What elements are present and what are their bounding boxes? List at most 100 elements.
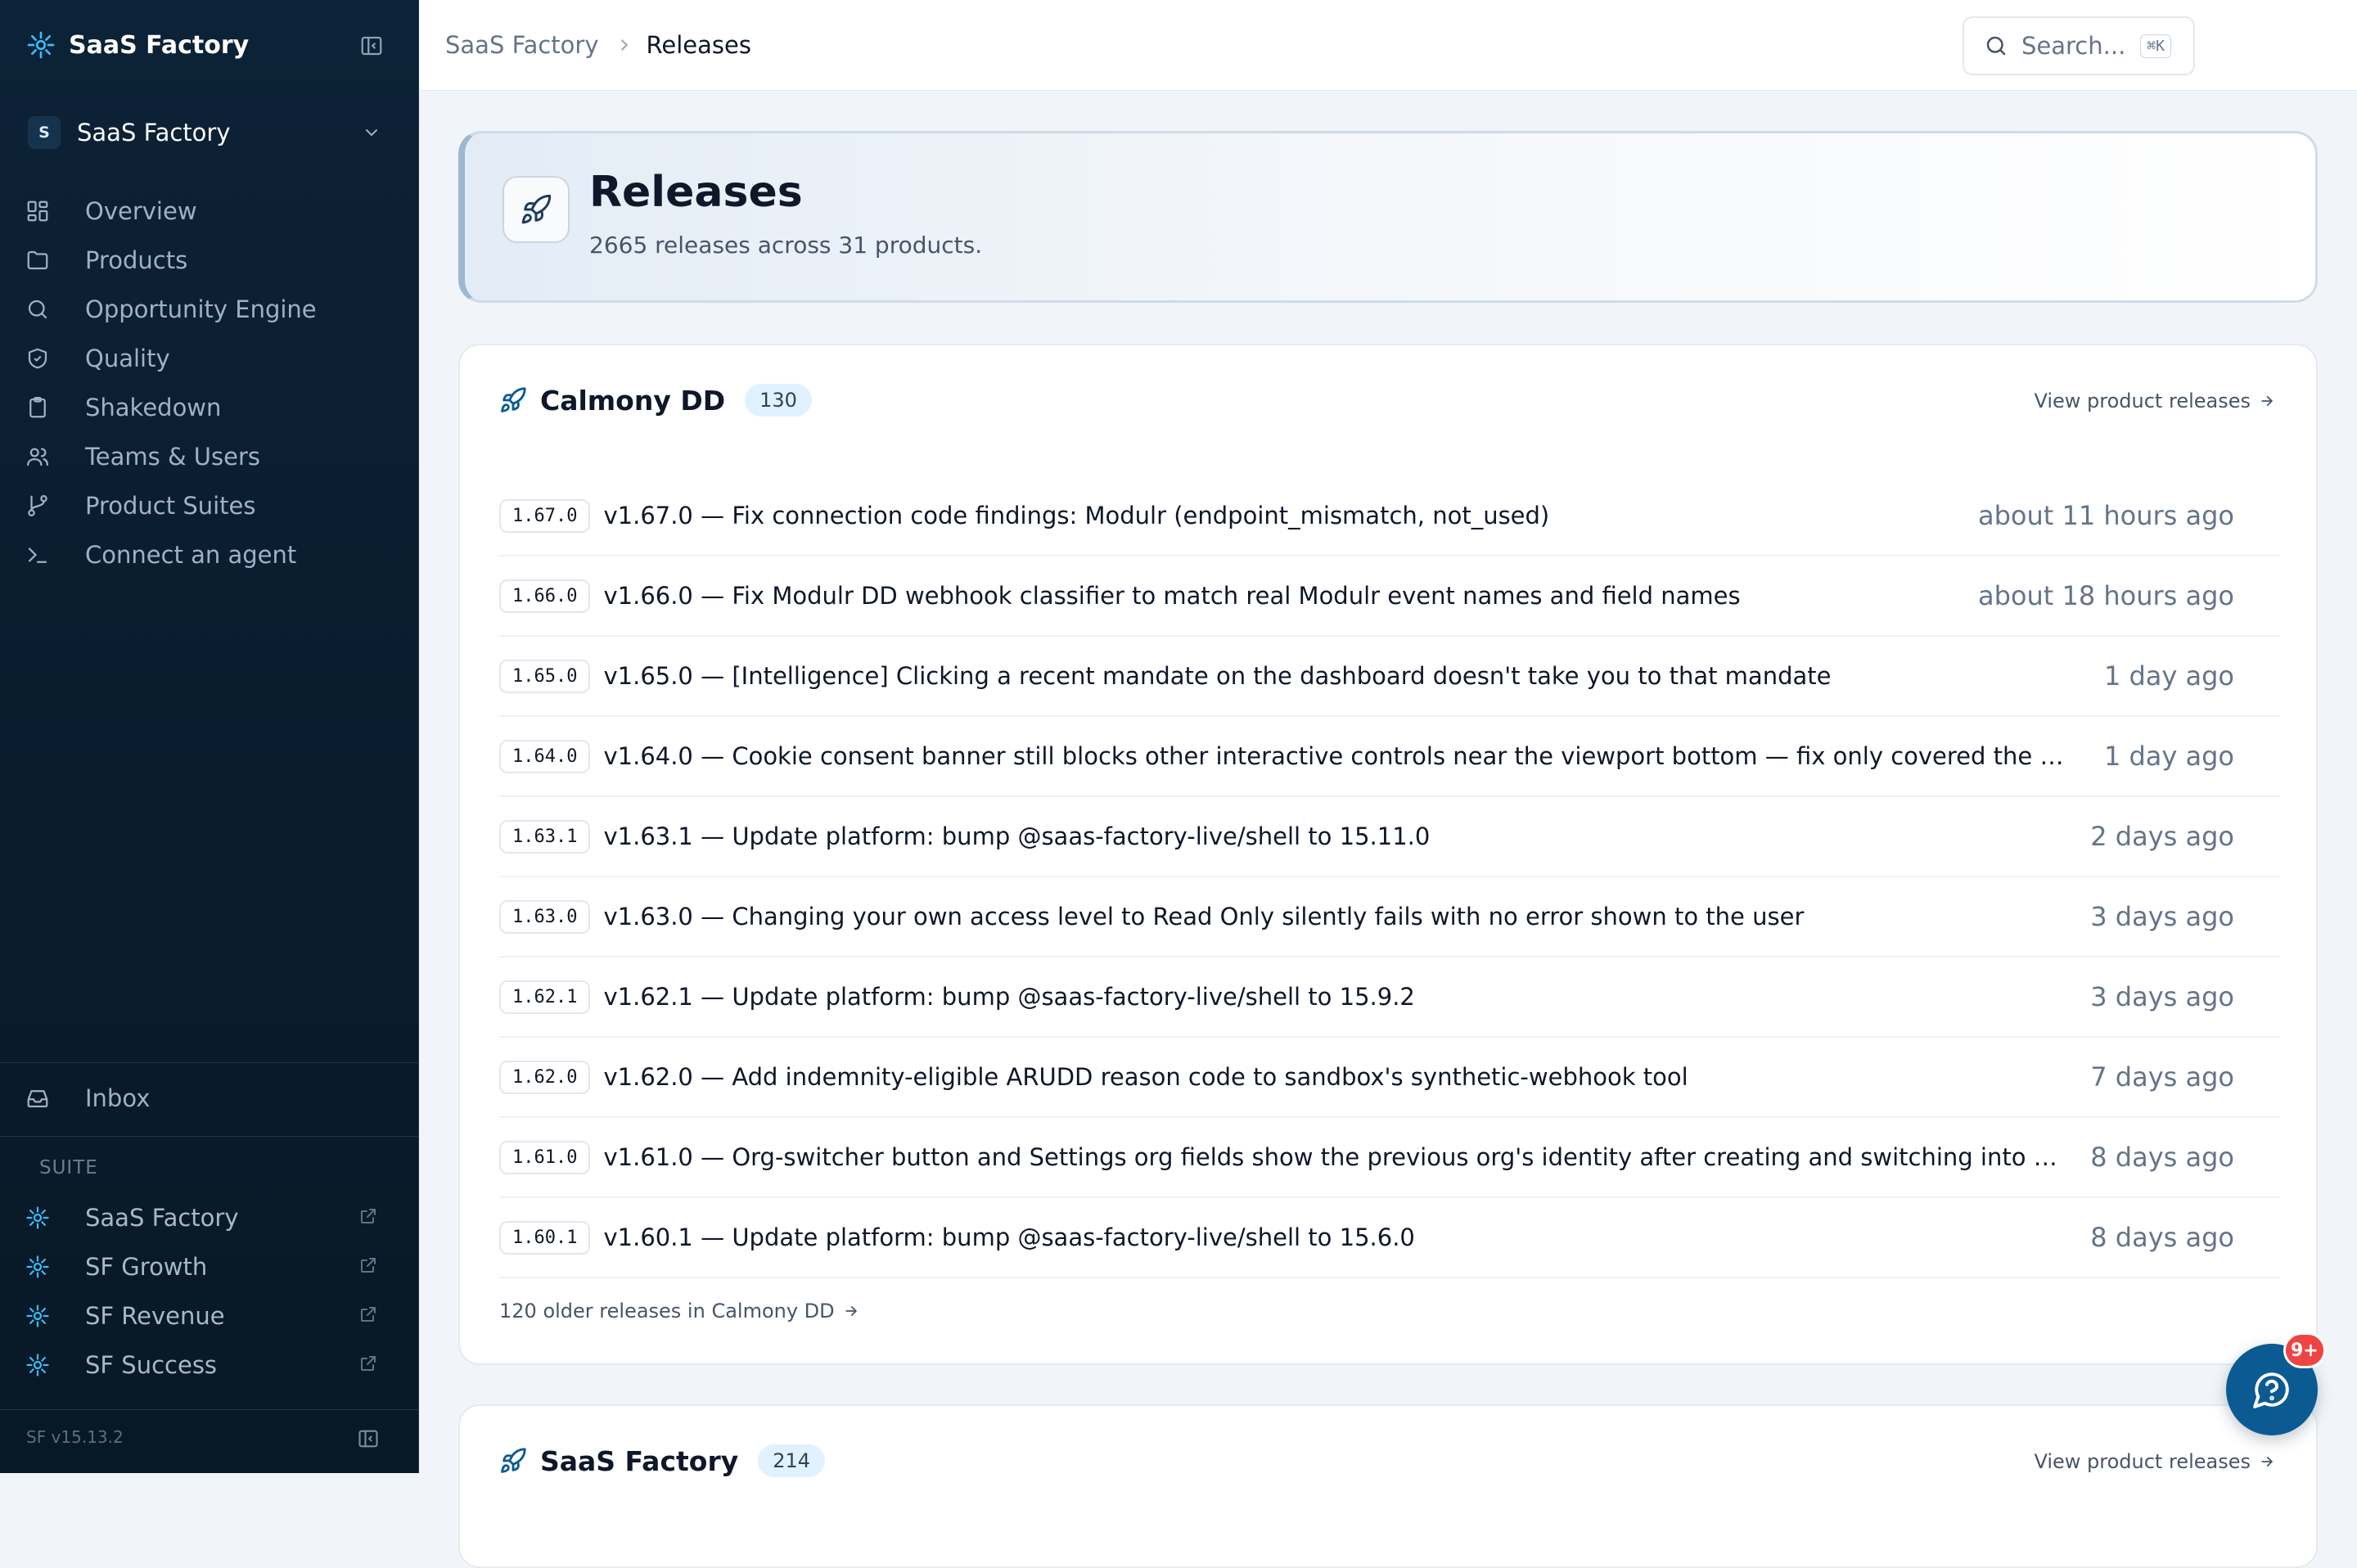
sidebar-item-opportunity-engine[interactable]: Opportunity Engine <box>23 286 396 332</box>
release-row[interactable]: 1.62.0 v1.62.0 — Add indemnity-eligible … <box>499 1038 2280 1118</box>
top-bar: SaaS Factory Releases Search... ⌘K <box>419 0 2357 91</box>
external-link-icon <box>358 1304 378 1324</box>
release-time: 7 days ago <box>2090 1061 2234 1093</box>
release-title: v1.61.0 — Org-switcher button and Settin… <box>603 1143 2069 1171</box>
folder-icon <box>23 246 52 275</box>
sparkle-logo-icon <box>26 30 56 60</box>
sidebar-item-overview[interactable]: Overview <box>23 188 396 234</box>
suite-item-sf-success[interactable]: SF Success <box>23 1342 396 1388</box>
breadcrumb-root[interactable]: SaaS Factory <box>445 31 599 59</box>
sidebar-item-label: Quality <box>85 345 170 372</box>
release-time: 3 days ago <box>2090 901 2234 932</box>
org-switcher[interactable]: S SaaS Factory <box>16 108 393 157</box>
grid-icon <box>23 196 52 226</box>
suite-item-label: SF Success <box>85 1351 218 1379</box>
version-badge: 1.62.1 <box>499 980 591 1014</box>
release-time: 8 days ago <box>2090 1142 2234 1173</box>
product-name: Calmony DD <box>540 384 726 417</box>
release-title: v1.63.0 — Changing your own access level… <box>603 903 1805 930</box>
external-link-icon <box>358 1255 378 1275</box>
chevron-right-icon <box>615 36 633 54</box>
sidebar-item-shakedown[interactable]: Shakedown <box>23 385 396 430</box>
release-time: 1 day ago <box>2103 741 2234 772</box>
release-time: 1 day ago <box>2103 660 2234 692</box>
release-row[interactable]: 1.60.1 v1.60.1 — Update platform: bump @… <box>499 1198 2280 1278</box>
sidebar-item-label: Teams & Users <box>85 443 261 471</box>
sparkle-icon <box>23 1252 52 1282</box>
sidebar-item-inbox[interactable]: Inbox <box>23 1075 396 1121</box>
shield-check-icon <box>23 344 52 373</box>
version-badge: 1.64.0 <box>499 739 591 773</box>
release-row[interactable]: 1.63.0 v1.63.0 — Changing your own acces… <box>499 877 2280 957</box>
inbox-icon <box>23 1084 52 1113</box>
suite-item-label: SaaS Factory <box>85 1204 239 1232</box>
search-placeholder: Search... <box>2021 32 2126 60</box>
suite-item-sf-growth[interactable]: SF Growth <box>23 1244 396 1290</box>
product-card-header: SaaS Factory 214 <box>499 1439 826 1483</box>
page-title: Releases <box>589 168 803 217</box>
page-subtitle: 2665 releases across 31 products. <box>589 232 983 259</box>
view-product-releases-link[interactable]: View product releases <box>2034 390 2275 412</box>
release-row[interactable]: 1.63.1 v1.63.1 — Update platform: bump @… <box>499 797 2280 877</box>
help-chat-icon <box>2251 1369 2292 1410</box>
release-count-badge: 130 <box>745 384 812 417</box>
users-icon <box>23 442 52 471</box>
version-badge: 1.61.0 <box>499 1140 591 1174</box>
release-time: about 11 hours ago <box>1977 500 2234 531</box>
release-title: v1.62.0 — Add indemnity-eligible ARUDD r… <box>603 1063 1688 1091</box>
sidebar-item-label: Overview <box>85 197 197 225</box>
older-releases-link[interactable]: 120 older releases in Calmony DD <box>499 1300 859 1322</box>
release-title: v1.67.0 — Fix connection code findings: … <box>603 502 1550 529</box>
suite-item-sf-revenue[interactable]: SF Revenue <box>23 1293 396 1339</box>
search-icon <box>23 295 52 324</box>
release-title: v1.62.1 — Update platform: bump @saas-fa… <box>603 983 1415 1011</box>
view-link-label: View product releases <box>2034 1450 2251 1473</box>
suite-item-label: SF Revenue <box>85 1302 225 1330</box>
release-row[interactable]: 1.65.0 v1.65.0 — [Intelligence] Clicking… <box>499 637 2280 717</box>
release-row[interactable]: 1.66.0 v1.66.0 — Fix Modulr DD webhook c… <box>499 556 2280 637</box>
external-link-icon <box>358 1354 378 1373</box>
version-badge: 1.66.0 <box>499 579 591 613</box>
version-badge: 1.67.0 <box>499 498 591 533</box>
release-row[interactable]: 1.64.0 v1.64.0 — Cookie consent banner s… <box>499 717 2280 797</box>
version-badge: 1.65.0 <box>499 659 591 693</box>
version-badge: 1.63.0 <box>499 899 591 934</box>
panel-left-icon <box>361 36 382 56</box>
release-row[interactable]: 1.67.0 v1.67.0 — Fix connection code fin… <box>499 476 2280 556</box>
sidebar-divider <box>0 1136 419 1137</box>
sidebar-item-connect-agent[interactable]: Connect an agent <box>23 532 396 578</box>
product-card-header: Calmony DD 130 <box>499 378 812 422</box>
sidebar-item-label: Products <box>85 246 188 274</box>
external-link-icon <box>358 1206 378 1226</box>
release-title: v1.65.0 — [Intelligence] Clicking a rece… <box>603 662 1832 690</box>
breadcrumb-current: Releases <box>646 30 751 59</box>
sidebar-collapse-button[interactable] <box>355 31 388 61</box>
org-avatar: S <box>28 116 61 149</box>
sidebar-item-products[interactable]: Products <box>23 237 396 283</box>
release-row[interactable]: 1.61.0 v1.61.0 — Org-switcher button and… <box>499 1118 2280 1198</box>
product-release-card: SaaS Factory 214 View product releases <box>458 1404 2318 1568</box>
release-row[interactable]: 1.62.1 v1.62.1 — Update platform: bump @… <box>499 957 2280 1038</box>
search-icon <box>1984 34 2008 58</box>
version-badge: 1.62.0 <box>499 1060 591 1094</box>
search-shortcut: ⌘K <box>2140 34 2171 58</box>
brand-name: SaaS Factory <box>69 30 250 60</box>
sidebar-item-label: Inbox <box>85 1084 151 1112</box>
org-name: SaaS Factory <box>77 119 231 146</box>
suite-item-saas-factory[interactable]: SaaS Factory <box>23 1195 396 1241</box>
suite-section-label: SUITE <box>39 1157 98 1178</box>
arrow-right-icon <box>843 1303 859 1319</box>
sidebar-divider <box>0 1409 419 1410</box>
sidebar-item-quality[interactable]: Quality <box>23 336 396 381</box>
sparkle-icon <box>23 1203 52 1232</box>
git-branch-icon <box>23 491 52 520</box>
sidebar-item-teams-users[interactable]: Teams & Users <box>23 434 396 480</box>
sidebar-collapse-bottom-button[interactable] <box>357 1427 380 1450</box>
release-count-badge: 214 <box>758 1444 826 1477</box>
sidebar-divider <box>0 1062 419 1063</box>
sidebar-item-product-suites[interactable]: Product Suites <box>23 483 396 529</box>
search-button[interactable]: Search... ⌘K <box>1963 16 2195 75</box>
sidebar-item-label: Shakedown <box>85 394 222 421</box>
view-product-releases-link[interactable]: View product releases <box>2034 1450 2275 1473</box>
brand[interactable]: SaaS Factory <box>26 25 249 65</box>
